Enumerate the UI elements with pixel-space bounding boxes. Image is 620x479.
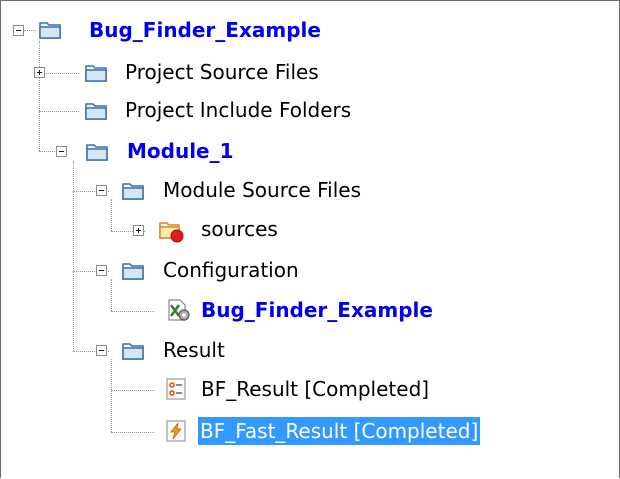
tree-connector [111,279,112,311]
project-folder-icon [39,22,61,39]
expand-toggle[interactable] [34,67,45,78]
tree-connector [24,30,36,31]
tree-connector [73,161,74,351]
tree-node-label: BF_Fast_Result [Completed] [198,417,481,445]
tree-connector [39,111,79,112]
tree-node-label: Project Source Files [125,60,319,84]
collapse-toggle[interactable] [13,25,24,36]
project-browser-tree: Bug_Finder_Example Project Source Files … [0,0,620,478]
tree-node-label: BF_Result [Completed] [201,377,430,401]
collapse-toggle[interactable] [96,345,107,356]
result-list-icon [166,378,186,400]
tree-node-label: Project Include Folders [125,98,352,122]
tree-node-label: Module Source Files [163,178,362,202]
folder-icon [85,103,107,120]
tree-node-label: Bug_Finder_Example [89,18,321,42]
tree-connector [39,41,40,151]
tree-node-label: sources [201,217,278,241]
folder-icon [122,263,144,280]
expand-toggle[interactable] [133,225,144,236]
tree-node-label: Bug_Finder_Example [201,298,433,322]
collapse-toggle[interactable] [96,185,107,196]
tree-node-label: Module_1 [127,139,234,163]
module-folder-icon [86,144,108,161]
tree-connector [111,390,155,391]
folder-icon [85,65,107,82]
folder-icon [122,183,144,200]
fast-result-bolt-icon [166,420,186,442]
configuration-tool-icon [168,299,190,321]
tree-connector [111,199,112,231]
tree-node-label: Result [163,338,225,362]
folder-icon [122,343,144,360]
collapse-toggle[interactable] [96,265,107,276]
tree-node-label: Configuration [163,258,299,282]
collapse-toggle[interactable] [56,146,67,157]
tree-connector [111,311,155,312]
tree-connector [111,359,112,432]
tree-connector [39,73,79,74]
source-folder-warning-icon [159,222,184,243]
tree-connector [111,432,155,433]
